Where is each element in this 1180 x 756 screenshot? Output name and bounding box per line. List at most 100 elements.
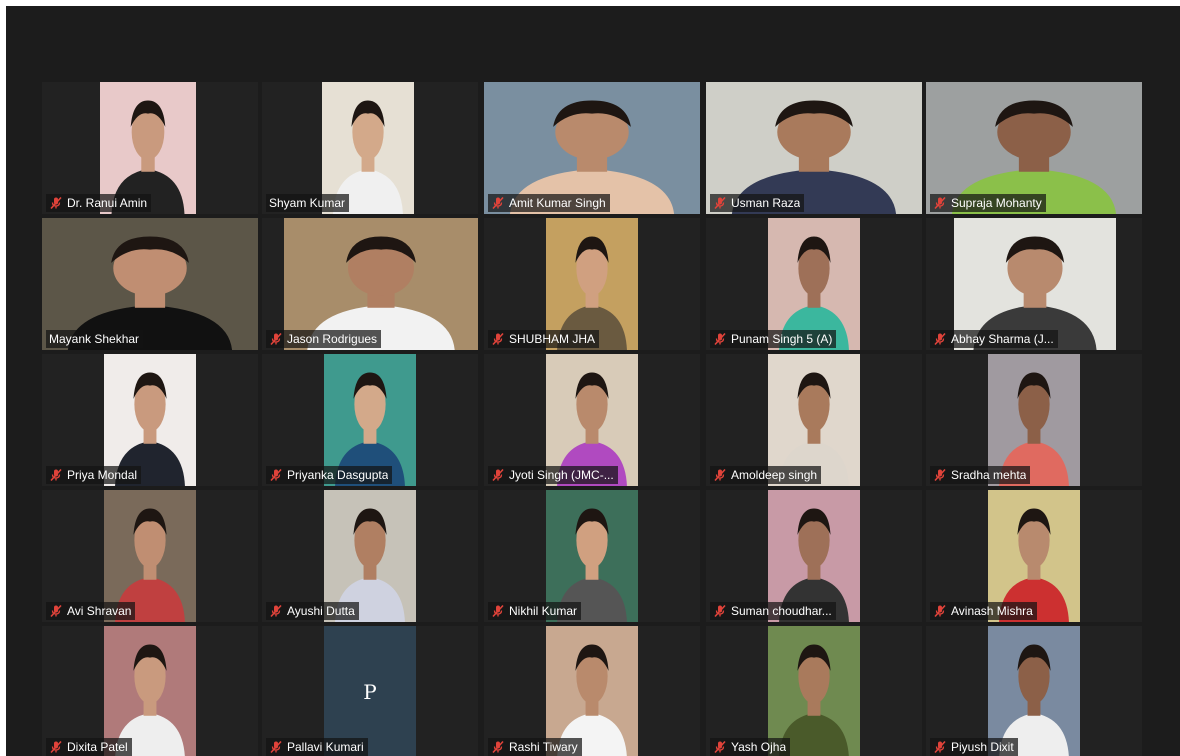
participant-tile[interactable]: Avi Shravan xyxy=(42,490,258,622)
participant-name: Punam Singh 5 (A) xyxy=(731,332,833,346)
participant-name: Rashi Tiwary xyxy=(509,740,578,754)
participant-name-bar: Pallavi Kumari xyxy=(266,738,368,756)
participant-name-bar: Jyoti Singh (JMC-... xyxy=(488,466,618,484)
participant-tile[interactable]: Dr. Ranui Amin xyxy=(42,82,258,214)
mic-muted-icon xyxy=(713,468,727,482)
participant-name-bar: Piyush Dixit xyxy=(930,738,1018,756)
participant-tile[interactable]: Supraja Mohanty xyxy=(926,82,1142,214)
participant-name: Jason Rodrigues xyxy=(287,332,378,346)
mic-muted-icon xyxy=(713,740,727,754)
participant-video xyxy=(104,626,196,756)
mic-muted-icon xyxy=(49,196,63,210)
mic-muted-icon xyxy=(491,604,505,618)
mic-muted-icon xyxy=(933,740,947,754)
participant-tile[interactable]: Abhay Sharma (J... xyxy=(926,218,1142,350)
participant-name: Dr. Ranui Amin xyxy=(67,196,148,210)
participant-tile[interactable]: SHUBHAM JHA xyxy=(484,218,700,350)
mic-muted-icon xyxy=(49,468,63,482)
participant-tile[interactable]: Amit Kumar Singh xyxy=(484,82,700,214)
mic-muted-icon xyxy=(49,740,63,754)
mic-muted-icon xyxy=(491,332,505,346)
participant-tile[interactable]: Usman Raza xyxy=(706,82,922,214)
mic-muted-icon xyxy=(713,332,727,346)
mic-muted-icon xyxy=(491,196,505,210)
participant-name: Abhay Sharma (J... xyxy=(951,332,1054,346)
participant-video xyxy=(988,626,1080,756)
participant-name: Suman choudhar... xyxy=(731,604,832,618)
participant-tile[interactable]: Jyoti Singh (JMC-... xyxy=(484,354,700,486)
participant-name-bar: Rashi Tiwary xyxy=(488,738,582,756)
participant-name-bar: Dr. Ranui Amin xyxy=(46,194,152,212)
participant-name: Avinash Mishra xyxy=(951,604,1033,618)
participant-name-bar: Priyanka Dasgupta xyxy=(266,466,393,484)
participant-name-bar: Usman Raza xyxy=(710,194,805,212)
participant-tile[interactable]: Suman choudhar... xyxy=(706,490,922,622)
participant-name-bar: Ayushi Dutta xyxy=(266,602,359,620)
mic-muted-icon xyxy=(491,468,505,482)
participant-tile[interactable]: Jason Rodrigues xyxy=(262,218,478,350)
participant-name: Ayushi Dutta xyxy=(287,604,355,618)
mic-muted-icon xyxy=(933,332,947,346)
mic-muted-icon xyxy=(713,604,727,618)
participant-name-bar: Sradha mehta xyxy=(930,466,1031,484)
participant-name: Supraja Mohanty xyxy=(951,196,1042,210)
participant-name-bar: Amit Kumar Singh xyxy=(488,194,610,212)
participant-name: Piyush Dixit xyxy=(951,740,1014,754)
participant-name: Amit Kumar Singh xyxy=(509,196,606,210)
participant-tile[interactable]: Piyush Dixit xyxy=(926,626,1142,756)
participant-tile[interactable]: Rashi Tiwary xyxy=(484,626,700,756)
participant-name-bar: Supraja Mohanty xyxy=(930,194,1046,212)
participant-name-bar: Mayank Shekhar xyxy=(46,330,144,348)
participant-name: Priyanka Dasgupta xyxy=(287,468,389,482)
participant-name-bar: Punam Singh 5 (A) xyxy=(710,330,837,348)
mic-muted-icon xyxy=(491,740,505,754)
participant-name: Dixita Patel xyxy=(67,740,128,754)
participant-tile[interactable]: Shyam Kumar xyxy=(262,82,478,214)
participant-tile[interactable]: Priya Mondal xyxy=(42,354,258,486)
mic-muted-icon xyxy=(269,332,283,346)
mic-muted-icon xyxy=(933,196,947,210)
participant-name-bar: Nikhil Kumar xyxy=(488,602,582,620)
participant-tile[interactable]: P Pallavi Kumari xyxy=(262,626,478,756)
mic-muted-icon xyxy=(269,604,283,618)
participant-name-bar: Yash Ojha xyxy=(710,738,791,756)
participant-name-bar: Avi Shravan xyxy=(46,602,136,620)
participant-tile[interactable]: Dixita Patel xyxy=(42,626,258,756)
participant-tile[interactable]: Priyanka Dasgupta xyxy=(262,354,478,486)
mic-muted-icon xyxy=(933,468,947,482)
participant-tile[interactable]: Ayushi Dutta xyxy=(262,490,478,622)
participant-name: Yash Ojha xyxy=(731,740,787,754)
participant-name: Avi Shravan xyxy=(67,604,132,618)
participant-tile[interactable]: Nikhil Kumar xyxy=(484,490,700,622)
participant-name: Amoldeep singh xyxy=(731,468,818,482)
participant-name: Shyam Kumar xyxy=(269,196,346,210)
participant-tile[interactable]: Sradha mehta xyxy=(926,354,1142,486)
participant-name-bar: Amoldeep singh xyxy=(710,466,822,484)
participant-name-bar: Dixita Patel xyxy=(46,738,132,756)
video-gallery: Dr. Ranui Amin Shyam Kumar Amit Kumar Sing… xyxy=(6,6,1180,756)
participant-name: Pallavi Kumari xyxy=(287,740,364,754)
participant-name: Priya Mondal xyxy=(67,468,138,482)
participant-tile[interactable]: Amoldeep singh xyxy=(706,354,922,486)
participant-name: Mayank Shekhar xyxy=(49,332,140,346)
participant-name-bar: Jason Rodrigues xyxy=(266,330,382,348)
participant-name-bar: Suman choudhar... xyxy=(710,602,836,620)
participant-name: Usman Raza xyxy=(731,196,801,210)
participant-name: Jyoti Singh (JMC-... xyxy=(509,468,614,482)
participant-tile[interactable]: Punam Singh 5 (A) xyxy=(706,218,922,350)
participant-name: SHUBHAM JHA xyxy=(509,332,596,346)
mic-muted-icon xyxy=(269,740,283,754)
mic-muted-icon xyxy=(269,468,283,482)
participant-name: Nikhil Kumar xyxy=(509,604,578,618)
mic-muted-icon xyxy=(933,604,947,618)
participant-video xyxy=(546,626,638,756)
mic-muted-icon xyxy=(49,604,63,618)
participant-tile[interactable]: Yash Ojha xyxy=(706,626,922,756)
participant-name-bar: Priya Mondal xyxy=(46,466,142,484)
participant-name-bar: SHUBHAM JHA xyxy=(488,330,600,348)
participant-name-bar: Shyam Kumar xyxy=(266,194,350,212)
participant-tile[interactable]: Avinash Mishra xyxy=(926,490,1142,622)
participant-tile[interactable]: Mayank Shekhar xyxy=(42,218,258,350)
participant-initial-avatar: P xyxy=(324,626,416,756)
participant-video xyxy=(768,626,860,756)
